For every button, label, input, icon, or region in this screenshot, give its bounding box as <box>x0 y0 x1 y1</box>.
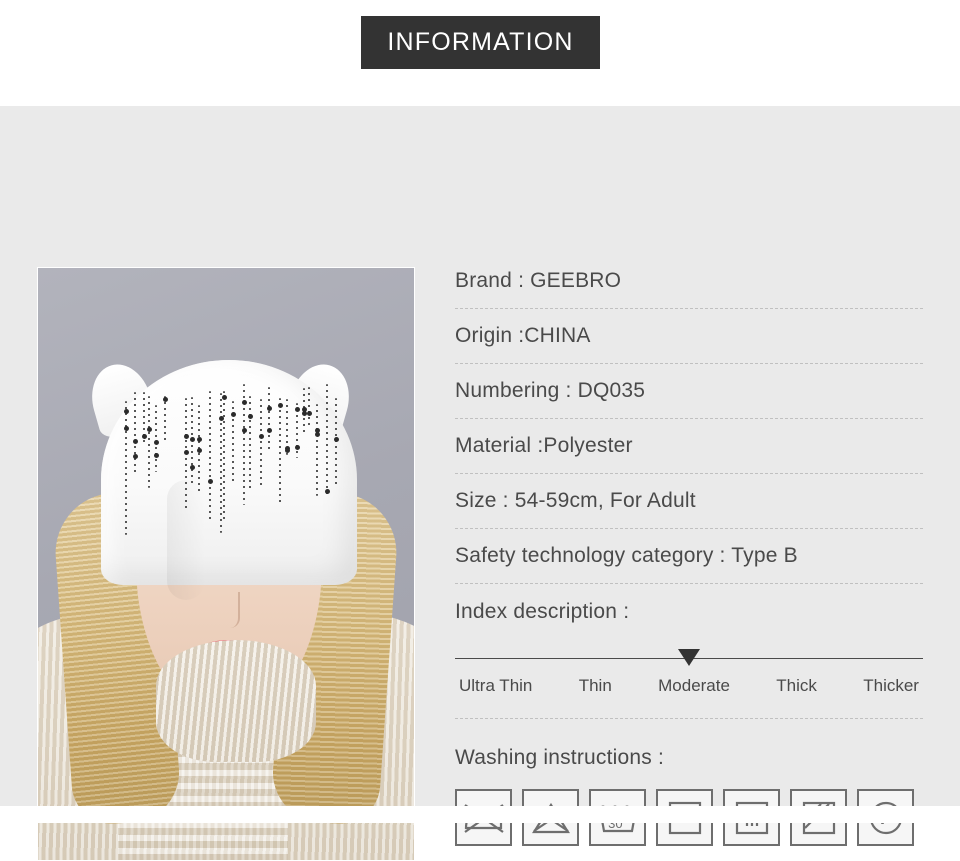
rhinestone-dot <box>197 448 202 453</box>
turtleneck-collar-graphic <box>156 640 316 762</box>
index-description-label: Index description : <box>455 600 630 623</box>
washing-instructions-block: Washing instructions : 30° <box>455 746 923 846</box>
spec-row-brand: Brand : GEEBRO <box>455 254 923 309</box>
spec-size: Size : 54-59cm, For Adult <box>455 489 696 512</box>
spec-origin: Origin :CHINA <box>455 324 591 347</box>
rhinestone-dot <box>267 406 272 411</box>
rhinestone-dot <box>208 479 213 484</box>
rhinestone-streak <box>220 393 222 533</box>
rhinestone-streak <box>134 392 136 474</box>
thickness-level-thicker: Thicker <box>863 676 919 695</box>
rhinestone-dot <box>248 414 253 419</box>
rhinestone-streak <box>125 401 127 535</box>
rhinestone-dot <box>133 439 138 444</box>
rhinestone-streak <box>164 396 166 442</box>
rhinestone-dot <box>124 426 129 431</box>
rhinestone-streak <box>268 387 270 450</box>
rhinestone-dot <box>315 428 320 433</box>
rhinestone-dot <box>267 428 272 433</box>
rhinestone-dot <box>231 412 236 417</box>
rhinestone-dot <box>147 427 152 432</box>
rhinestone-streak <box>223 391 225 520</box>
thickness-scale <box>455 644 923 674</box>
rhinestone-dot <box>285 448 290 453</box>
washing-instructions-label: Washing instructions : <box>455 746 665 769</box>
spec-material: Material :Polyester <box>455 434 633 457</box>
rhinestone-dot <box>184 450 189 455</box>
thickness-scale-ticks: Ultra Thin Thin Moderate Thick Thicker <box>455 676 923 696</box>
thickness-level-thin: Thin <box>578 676 612 695</box>
rhinestone-dot <box>325 489 330 494</box>
rhinestone-dot <box>142 434 147 439</box>
page-title: INFORMATION <box>387 28 574 56</box>
rhinestone-dot <box>154 453 159 458</box>
rhinestone-dot <box>163 397 168 402</box>
rhinestone-dot <box>184 434 189 439</box>
rhinestone-dot <box>133 454 138 459</box>
specification-list: Brand : GEEBRO Origin :CHINA Numbering :… <box>455 254 923 584</box>
thickness-level-thick: Thick <box>776 676 817 695</box>
header-band: INFORMATION <box>0 0 960 106</box>
rhinestone-dot <box>242 428 247 433</box>
rhinestone-dot <box>124 409 129 414</box>
spec-brand: Brand : GEEBRO <box>455 269 622 292</box>
rhinestone-dot <box>197 437 202 442</box>
rhinestone-dot <box>259 434 264 439</box>
spec-row-origin: Origin :CHINA <box>455 309 923 364</box>
thickness-scale-marker <box>678 649 700 666</box>
rhinestone-dot <box>334 437 339 442</box>
rhinestone-streak <box>316 404 318 496</box>
rhinestone-streak <box>308 387 310 429</box>
index-section-divider <box>455 718 923 719</box>
spec-safety-category: Safety technology category : Type B <box>455 544 798 567</box>
rhinestone-dot <box>302 407 307 412</box>
spec-row-numbering: Numbering : DQ035 <box>455 364 923 419</box>
rhinestone-dot <box>190 465 195 470</box>
spec-numbering: Numbering : DQ035 <box>455 379 646 402</box>
footer-band <box>0 806 960 823</box>
product-photo-scene <box>38 268 414 860</box>
spec-row-safety: Safety technology category : Type B <box>455 529 923 584</box>
rhinestone-streak <box>249 396 251 491</box>
rhinestone-streak <box>326 384 328 495</box>
rhinestone-dot <box>242 400 247 405</box>
content-panel: Brand : GEEBRO Origin :CHINA Numbering :… <box>0 106 960 861</box>
rhinestone-streak <box>148 396 150 488</box>
rhinestone-dot <box>307 411 312 416</box>
index-description-block: Index description : Ultra Thin Thin Mode… <box>455 600 923 719</box>
rhinestone-dot <box>278 403 283 408</box>
rhinestone-dot <box>154 440 159 445</box>
rhinestone-dot <box>295 407 300 412</box>
rhinestone-streak <box>335 398 337 487</box>
rhinestone-dot <box>222 395 227 400</box>
rhinestone-streak <box>155 405 157 472</box>
rhinestone-dot <box>295 445 300 450</box>
product-photo <box>37 267 415 861</box>
rhinestone-streak <box>191 397 193 487</box>
nose <box>220 592 240 628</box>
thickness-level-moderate: Moderate <box>658 676 730 695</box>
thickness-level-ultra-thin: Ultra Thin <box>459 676 533 695</box>
rhinestone-streak <box>279 398 281 503</box>
rhinestone-dot <box>190 437 195 442</box>
information-title-banner: INFORMATION <box>361 16 600 69</box>
rhinestone-streak <box>209 391 211 520</box>
spec-row-material: Material :Polyester <box>455 419 923 474</box>
rhinestone-pattern <box>120 380 342 548</box>
spec-row-size: Size : 54-59cm, For Adult <box>455 474 923 529</box>
rhinestone-streak <box>260 399 262 487</box>
product-information-page: INFORMATION Brand: GEEBRO Origin:CHINA… <box>0 0 960 861</box>
